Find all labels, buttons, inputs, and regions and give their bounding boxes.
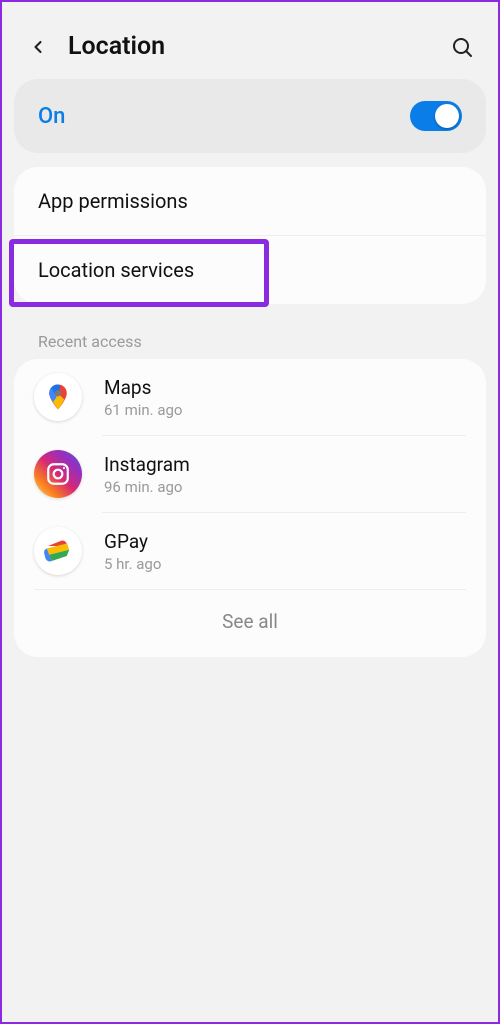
maps-icon bbox=[34, 373, 82, 421]
switch-knob bbox=[435, 104, 459, 128]
chevron-left-icon bbox=[28, 37, 48, 57]
app-name: Instagram bbox=[104, 453, 190, 476]
instagram-icon bbox=[34, 450, 82, 498]
recent-access-card: Maps 61 min. ago Instagram 96 min. ago bbox=[14, 359, 486, 657]
menu-item-label: Location services bbox=[38, 258, 194, 282]
location-toggle-switch[interactable] bbox=[410, 101, 462, 131]
recent-app-row[interactable]: Maps 61 min. ago bbox=[14, 359, 486, 435]
search-icon bbox=[450, 35, 474, 59]
menu-card: App permissions Location services bbox=[14, 167, 486, 304]
location-services-item[interactable]: Location services bbox=[14, 236, 486, 304]
back-button[interactable] bbox=[24, 33, 52, 61]
app-time: 61 min. ago bbox=[104, 401, 182, 419]
menu-item-label: App permissions bbox=[38, 189, 188, 213]
app-name: Maps bbox=[104, 376, 182, 399]
app-time: 96 min. ago bbox=[104, 478, 190, 496]
recent-access-label: Recent access bbox=[14, 318, 486, 359]
app-time: 5 hr. ago bbox=[104, 555, 161, 573]
gpay-icon bbox=[34, 527, 82, 575]
search-button[interactable] bbox=[448, 33, 476, 61]
page-title: Location bbox=[68, 32, 448, 61]
recent-app-row[interactable]: GPay 5 hr. ago bbox=[14, 513, 486, 589]
app-name: GPay bbox=[104, 530, 161, 553]
header: Location bbox=[14, 20, 486, 79]
location-toggle-card: On bbox=[14, 79, 486, 153]
recent-app-row[interactable]: Instagram 96 min. ago bbox=[14, 436, 486, 512]
app-permissions-item[interactable]: App permissions bbox=[14, 167, 486, 236]
toggle-label: On bbox=[38, 104, 65, 129]
see-all-button[interactable]: See all bbox=[14, 590, 486, 657]
